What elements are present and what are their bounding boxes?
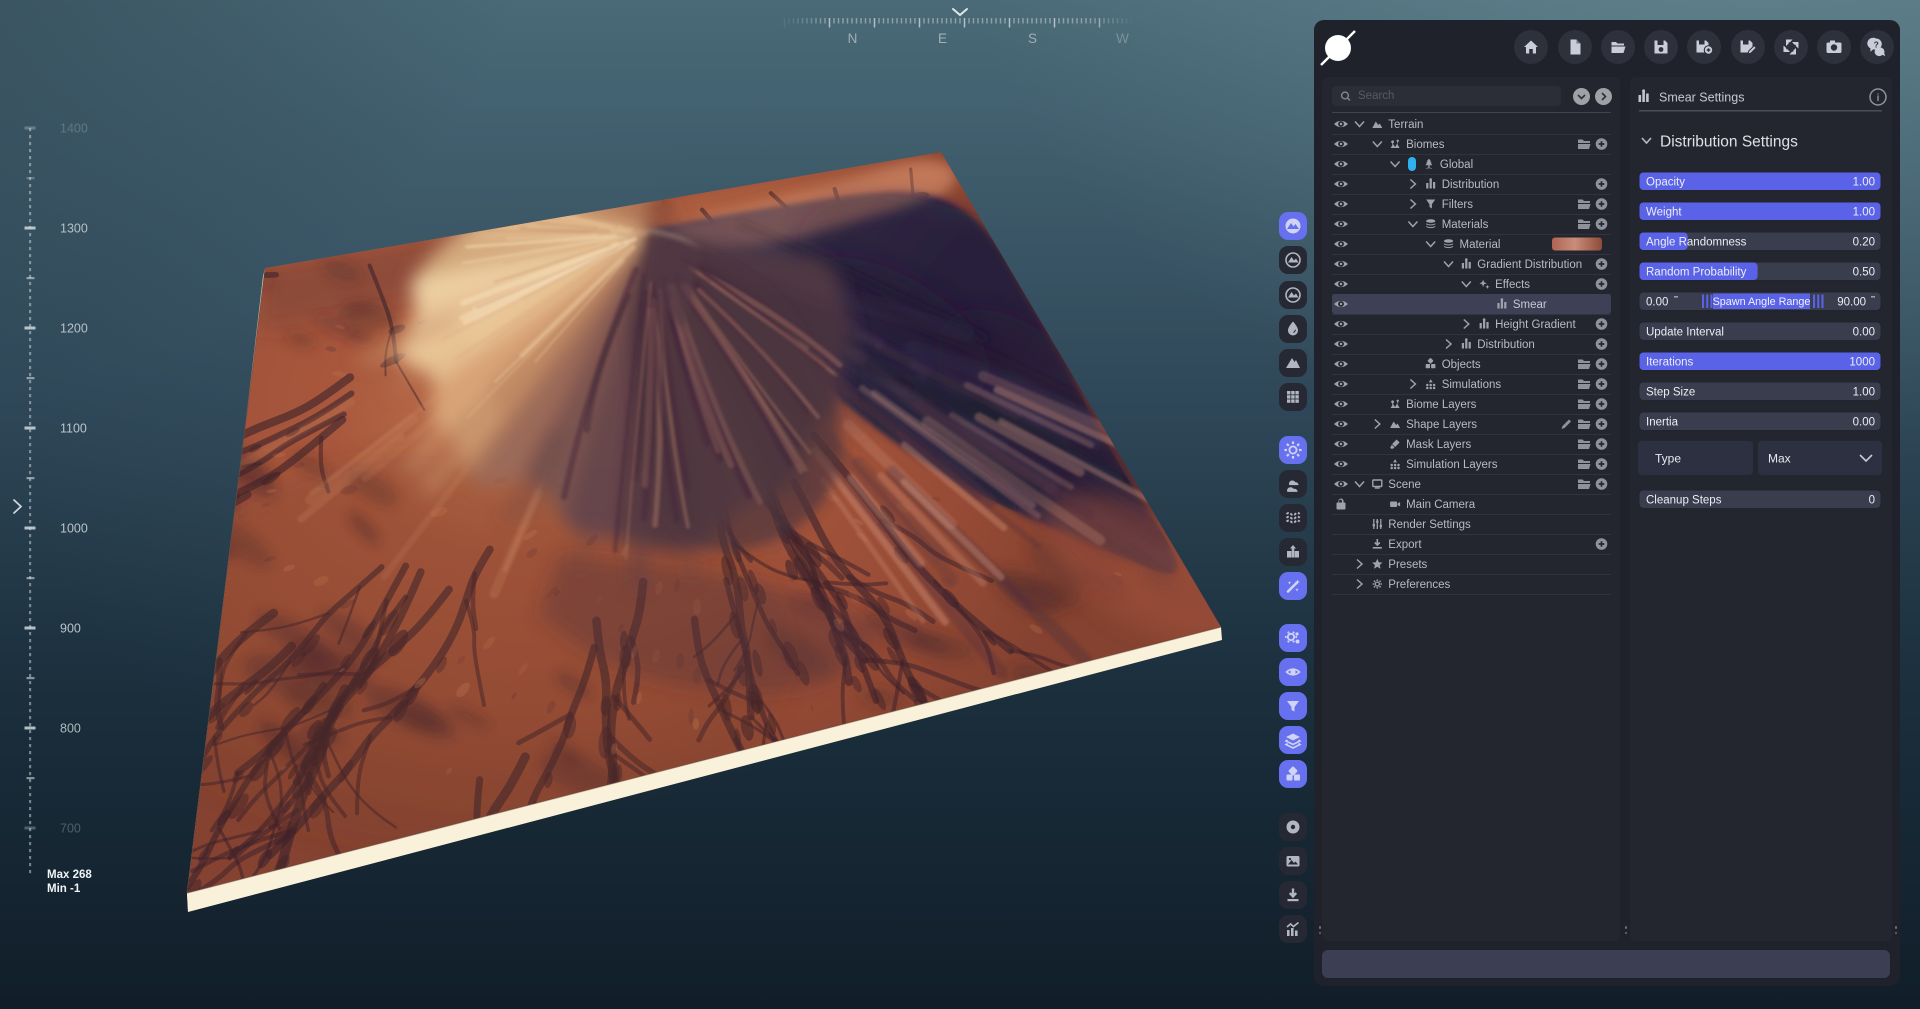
svg-text:Export: Export	[1388, 539, 1422, 551]
svg-text:Smear: Smear	[1513, 299, 1547, 311]
svg-text:1200: 1200	[60, 322, 88, 336]
svg-text:Biome Layers: Biome Layers	[1406, 399, 1477, 411]
svg-text:1000: 1000	[1849, 357, 1875, 369]
svg-text:W: W	[1116, 31, 1129, 46]
svg-text:Height Gradient: Height Gradient	[1495, 319, 1576, 331]
svg-text:Distribution Settings: Distribution Settings	[1660, 134, 1798, 151]
svg-text:Presets: Presets	[1388, 559, 1427, 571]
svg-text:Cleanup Steps: Cleanup Steps	[1646, 495, 1722, 507]
svg-text:Scene: Scene	[1388, 479, 1421, 491]
svg-text:Terrain: Terrain	[1388, 119, 1423, 131]
svg-text:1000: 1000	[60, 522, 88, 536]
svg-text:Materials: Materials	[1442, 219, 1489, 231]
svg-text:Min -1: Min -1	[47, 883, 81, 895]
svg-text:Gradient Distribution: Gradient Distribution	[1477, 259, 1582, 271]
svg-text:Distribution: Distribution	[1477, 339, 1535, 351]
svg-text:0.00: 0.00	[1646, 297, 1668, 309]
svg-text:S: S	[1028, 31, 1037, 46]
svg-text:Iterations: Iterations	[1646, 357, 1694, 369]
svg-text:Mask Layers: Mask Layers	[1406, 439, 1471, 451]
svg-text:Render Settings: Render Settings	[1388, 519, 1471, 531]
svg-text:900: 900	[60, 622, 81, 636]
svg-text:Update Interval: Update Interval	[1646, 327, 1724, 339]
svg-text:E: E	[938, 31, 947, 46]
svg-text:Angle Randomness: Angle Randomness	[1646, 237, 1747, 249]
svg-text:0.20: 0.20	[1853, 237, 1875, 249]
svg-text:Weight: Weight	[1646, 207, 1682, 219]
svg-text:Type: Type	[1655, 452, 1681, 466]
svg-text:0.00: 0.00	[1853, 417, 1875, 429]
svg-text:0.00: 0.00	[1853, 327, 1875, 339]
svg-text:Max: Max	[1768, 452, 1791, 466]
svg-text:Max 268: Max 268	[47, 869, 92, 881]
svg-text:Distribution: Distribution	[1442, 179, 1500, 191]
svg-text:Global: Global	[1440, 159, 1473, 171]
svg-text:Random Probability: Random Probability	[1646, 267, 1747, 279]
svg-text:Effects: Effects	[1495, 279, 1530, 291]
svg-text:0.50: 0.50	[1853, 267, 1875, 279]
svg-text:Shape Layers: Shape Layers	[1406, 419, 1477, 431]
svg-text:Smear Settings: Smear Settings	[1659, 91, 1744, 105]
svg-text:1300: 1300	[60, 222, 88, 236]
svg-text:Opacity: Opacity	[1646, 177, 1685, 189]
svg-text:i: i	[1877, 93, 1880, 104]
svg-text:1.00: 1.00	[1853, 177, 1875, 189]
svg-text:Simulation Layers: Simulation Layers	[1406, 459, 1498, 471]
svg-text:Biomes: Biomes	[1406, 139, 1445, 151]
svg-text:1400: 1400	[60, 122, 88, 136]
svg-text:Spawn Angle Range: Spawn Angle Range	[1713, 296, 1811, 308]
svg-text:Step Size: Step Size	[1646, 387, 1695, 399]
svg-text:N: N	[848, 31, 858, 46]
svg-text:Objects: Objects	[1442, 359, 1481, 371]
svg-text:1.00: 1.00	[1853, 207, 1875, 219]
svg-text:0: 0	[1869, 495, 1875, 507]
svg-text:Preferences: Preferences	[1388, 579, 1450, 591]
svg-text:800: 800	[60, 722, 81, 736]
svg-text:Simulations: Simulations	[1442, 379, 1502, 391]
svg-text:700: 700	[60, 822, 81, 836]
svg-text:1.00: 1.00	[1853, 387, 1875, 399]
svg-text:Inertia: Inertia	[1646, 417, 1679, 429]
svg-text:90.00: 90.00	[1837, 297, 1866, 309]
svg-text:Material: Material	[1460, 239, 1501, 251]
svg-text:Filters: Filters	[1442, 199, 1474, 211]
svg-text:Main Camera: Main Camera	[1406, 499, 1476, 511]
svg-text:1100: 1100	[60, 422, 87, 436]
